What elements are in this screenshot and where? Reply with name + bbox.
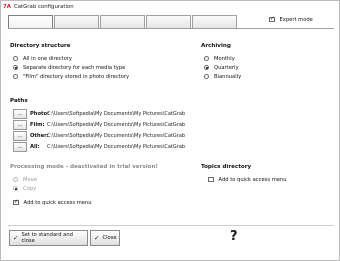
processing-mode-heading: Processing mode - deactivated in trial v…: [10, 164, 158, 170]
tab-5[interactable]: [192, 15, 237, 28]
radio-separate-directory[interactable]: Separate directory for each media type: [13, 63, 129, 72]
path-row-all: ... All: C:\Users\Softpedia\My Documents…: [13, 141, 185, 152]
tab-divider: [8, 28, 334, 29]
topics-quick-access-label: Add to quick access menu: [218, 176, 287, 183]
tab-1[interactable]: [8, 15, 53, 28]
help-icon[interactable]: ?: [230, 229, 238, 244]
path-row-photo: ... Photo: C:\Users\Softpedia\My Documen…: [13, 108, 185, 119]
config-window: 7A CatGrab configuration Expert mode Dir…: [0, 0, 340, 261]
radio-button[interactable]: [13, 177, 18, 182]
path-key: Film:: [30, 121, 45, 128]
radio-button[interactable]: [13, 56, 18, 61]
browse-photo-button[interactable]: ...: [13, 108, 27, 119]
tab-3[interactable]: [100, 15, 145, 28]
radio-button[interactable]: [13, 74, 18, 79]
expert-mode-option[interactable]: Expert mode: [269, 15, 313, 24]
directory-structure-options: All in one directory Separate directory …: [13, 54, 129, 81]
path-key: Other:: [30, 132, 49, 139]
radio-label: All in one directory: [23, 55, 72, 62]
radio-label: Quarterly: [214, 64, 239, 71]
path-value: C:\Users\Softpedia\My Documents\My Pictu…: [47, 143, 186, 150]
radio-button[interactable]: [204, 56, 209, 61]
radio-label: "Film" directory stored in photo directo…: [23, 73, 130, 80]
radio-label: Move: [23, 176, 37, 183]
title-bar: 7A CatGrab configuration: [1, 1, 339, 12]
radio-label: Separate directory for each media type: [23, 64, 126, 71]
browse-film-button[interactable]: ...: [13, 119, 27, 130]
archiving-options: Monthly Quarterly Biannually: [204, 54, 241, 81]
processing-quick-access-option[interactable]: Add to quick access menu: [13, 198, 92, 207]
path-key: All:: [30, 143, 40, 150]
tab-4[interactable]: [146, 15, 191, 28]
radio-monthly[interactable]: Monthly: [204, 54, 241, 63]
radio-film-in-photo[interactable]: "Film" directory stored in photo directo…: [13, 72, 129, 81]
browse-other-button[interactable]: ...: [13, 130, 27, 141]
paths-heading: Paths: [10, 98, 28, 104]
radio-move[interactable]: Move: [13, 175, 37, 184]
radio-button[interactable]: [13, 65, 18, 70]
radio-button[interactable]: [204, 65, 209, 70]
path-value: C:\Users\Softpedia\My Documents\My Pictu…: [47, 121, 186, 128]
radio-button[interactable]: [13, 186, 18, 191]
radio-biannually[interactable]: Biannually: [204, 72, 241, 81]
close-button[interactable]: ✓ Close: [90, 230, 120, 246]
directory-structure-heading: Directory structure: [10, 43, 71, 49]
window-title: CatGrab configuration: [13, 3, 74, 10]
radio-all-in-one[interactable]: All in one directory: [13, 54, 129, 63]
tab-strip: [8, 15, 238, 28]
radio-copy[interactable]: Copy: [13, 184, 37, 193]
topics-directory-heading: Topics directory: [201, 164, 252, 170]
checkmark-icon: ✓: [13, 234, 19, 242]
footer-divider: [8, 225, 334, 226]
quick-access-checkbox[interactable]: [13, 199, 19, 206]
topics-quick-access-option[interactable]: Add to quick access menu: [208, 175, 287, 184]
archiving-heading: Archiving: [201, 43, 231, 49]
expert-mode-label: Expert mode: [279, 16, 313, 23]
checkmark-icon: ✓: [94, 234, 100, 242]
processing-mode-options: Move Copy: [13, 175, 37, 193]
radio-label: Biannually: [214, 73, 242, 80]
quick-access-label: Add to quick access menu: [23, 199, 92, 206]
path-value: C:\Users\Softpedia\My Documents\My Pictu…: [47, 110, 186, 117]
path-key: Photo:: [30, 110, 50, 117]
set-standard-close-button[interactable]: ✓ Set to standard and close: [9, 230, 88, 246]
path-row-film: ... Film: C:\Users\Softpedia\My Document…: [13, 119, 185, 130]
tab-2[interactable]: [54, 15, 99, 28]
set-standard-close-label: Set to standard and close: [21, 232, 73, 244]
app-logo-icon: 7A: [3, 3, 11, 10]
close-label: Close: [102, 235, 117, 241]
path-row-other: ... Other: C:\Users\Softpedia\My Documen…: [13, 130, 185, 141]
radio-label: Copy: [23, 185, 37, 192]
radio-button[interactable]: [204, 74, 209, 79]
topics-quick-access-checkbox[interactable]: [208, 176, 214, 183]
path-value: C:\Users\Softpedia\My Documents\My Pictu…: [47, 132, 186, 139]
radio-quarterly[interactable]: Quarterly: [204, 63, 241, 72]
paths-list: ... Photo: C:\Users\Softpedia\My Documen…: [13, 108, 185, 152]
expert-mode-checkbox[interactable]: [269, 16, 275, 23]
browse-all-button[interactable]: ...: [13, 141, 27, 152]
radio-label: Monthly: [214, 55, 235, 62]
